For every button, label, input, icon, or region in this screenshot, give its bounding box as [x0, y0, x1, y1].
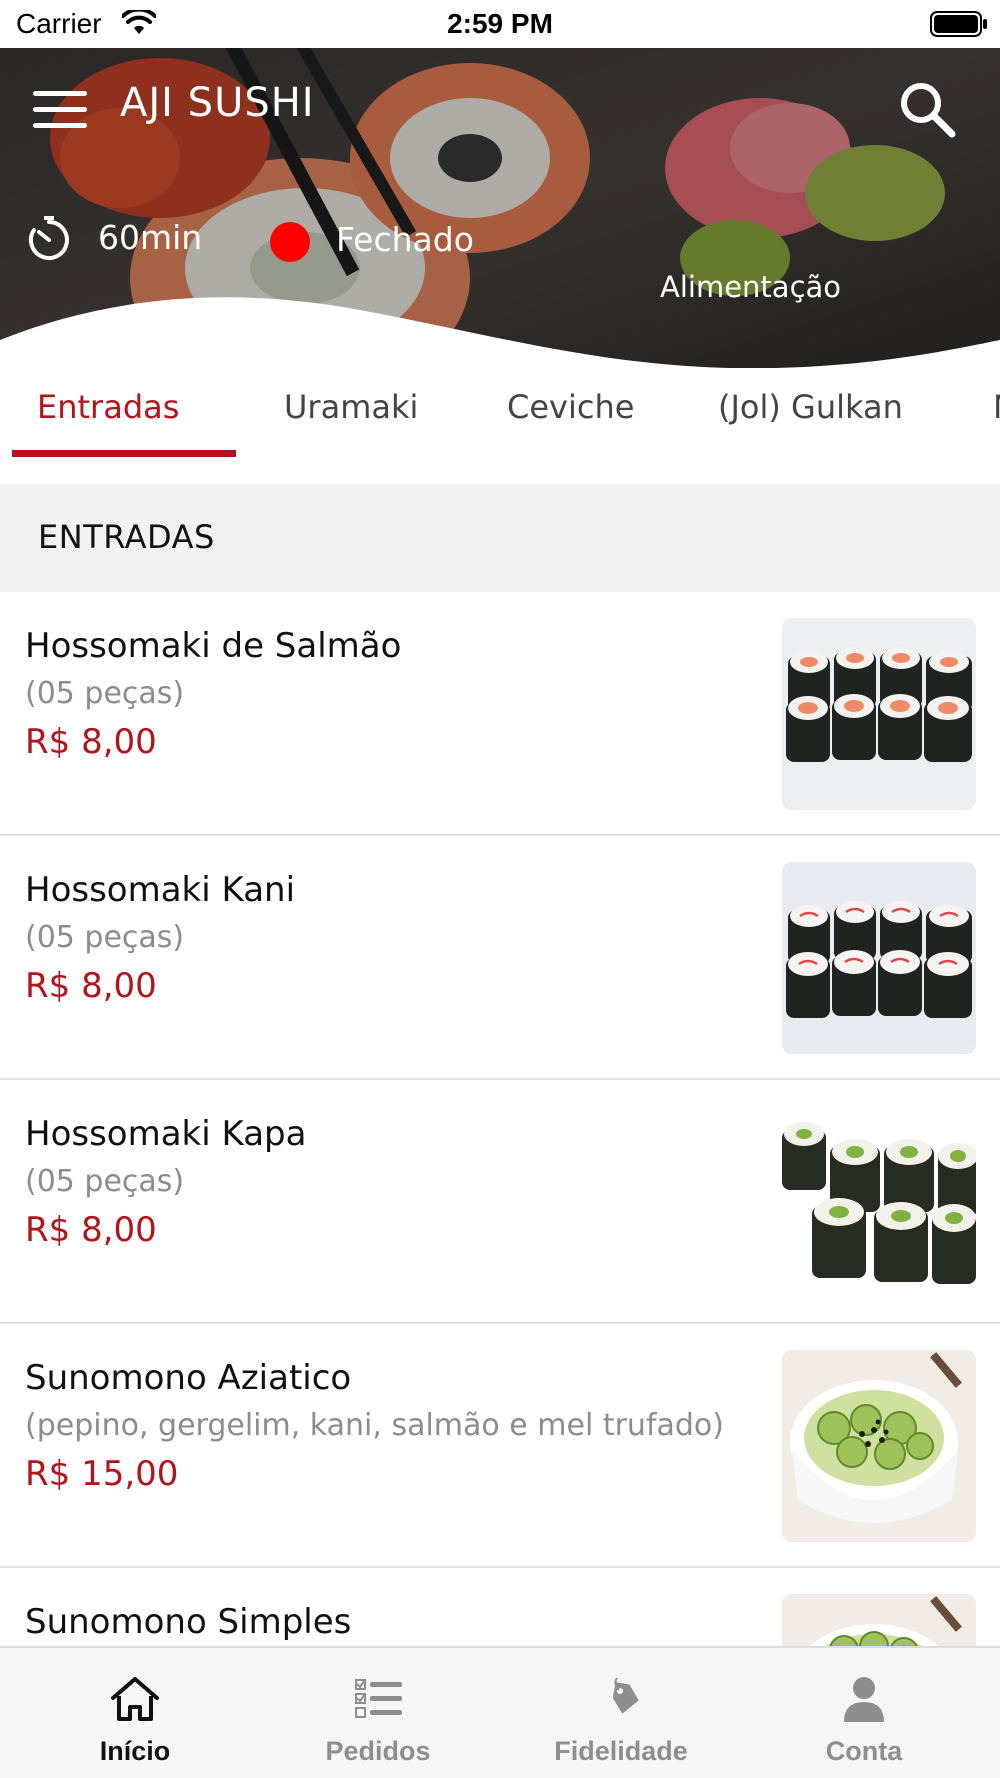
- tabbar-item-inicio[interactable]: Início: [10, 1648, 260, 1778]
- menu-item[interactable]: Hossomaki Kapa (05 peças) R$ 8,00: [0, 1080, 1000, 1324]
- item-description: (05 peças): [25, 920, 185, 955]
- tab-jol-gulkan[interactable]: (Jol) Gulkan: [718, 388, 903, 426]
- item-price: R$ 8,00: [25, 966, 157, 1006]
- section-header: ENTRADAS: [0, 484, 1000, 592]
- tabbar-label: Pedidos: [325, 1736, 431, 1766]
- tab-next[interactable]: N: [993, 388, 1000, 426]
- status-indicator: [270, 222, 310, 262]
- status-bar: Carrier 2:59 PM: [0, 0, 1000, 48]
- tab-uramaki[interactable]: Uramaki: [284, 388, 418, 426]
- kani-hossomaki-image: [782, 862, 976, 1054]
- menu-item[interactable]: Hossomaki Kani (05 peças) R$ 8,00: [0, 836, 1000, 1080]
- tabbar-item-conta[interactable]: Conta: [739, 1648, 989, 1778]
- sunomono-bowl-image: [782, 1594, 976, 1646]
- home-icon: [111, 1677, 159, 1721]
- search-icon[interactable]: [896, 78, 958, 140]
- tabbar-label: Fidelidade: [554, 1736, 688, 1766]
- tabbar-label: Início: [99, 1736, 171, 1766]
- restaurant-name: AJI SUSHI: [120, 80, 315, 126]
- item-name: Sunomono Simples: [25, 1602, 352, 1642]
- section-title: ENTRADAS: [38, 518, 215, 556]
- timer-icon: [28, 216, 69, 260]
- delivery-time: 60min: [98, 218, 203, 257]
- menu-item-list[interactable]: Hossomaki de Salmão (05 peças) R$ 8,00 H…: [0, 592, 1000, 1646]
- salmon-hossomaki-image: [782, 618, 976, 810]
- item-description: (pepino, gergelim, kani, salmão e mel tr…: [25, 1408, 724, 1443]
- item-price: R$ 8,00: [25, 1210, 157, 1250]
- item-name: Hossomaki Kani: [25, 870, 296, 910]
- restaurant-header: AJI SUSHI 60min Fechado Alimentação: [0, 48, 1000, 368]
- item-description: (05 peças): [25, 676, 185, 711]
- item-name: Hossomaki de Salmão: [25, 626, 402, 666]
- tabbar-label: Conta: [825, 1736, 903, 1766]
- item-description: (05 peças): [25, 1164, 185, 1199]
- item-price: R$ 15,00: [25, 1454, 179, 1494]
- status-time: 2:59 PM: [447, 8, 553, 39]
- active-tab-indicator: [12, 450, 236, 457]
- item-name: Hossomaki Kapa: [25, 1114, 307, 1154]
- account-icon: [844, 1677, 884, 1722]
- menu-item[interactable]: Sunomono Aziatico (pepino, gergelim, kan…: [0, 1324, 1000, 1568]
- item-name: Sunomono Aziatico: [25, 1358, 352, 1398]
- tabbar-item-fidelidade[interactable]: Fidelidade: [496, 1648, 746, 1778]
- loyalty-tag-icon: [612, 1677, 639, 1714]
- store-status: Fechado: [336, 220, 474, 259]
- item-price: R$ 8,00: [25, 722, 157, 762]
- tabbar-item-pedidos[interactable]: Pedidos: [253, 1648, 503, 1778]
- menu-icon[interactable]: [28, 84, 92, 136]
- menu-item[interactable]: Sunomono Simples: [0, 1568, 1000, 1646]
- restaurant-category: Alimentação: [660, 270, 842, 304]
- bottom-tab-bar: Início Pedidos Fidelidade Conta: [0, 1646, 1000, 1778]
- sunomono-bowl-image: [782, 1350, 976, 1542]
- orders-list-icon: [355, 1679, 402, 1718]
- cucumber-hossomaki-image: [782, 1106, 976, 1298]
- battery-icon: [930, 11, 987, 37]
- category-tabs: Entradas Uramaki Ceviche (Jol) Gulkan N: [0, 368, 1000, 458]
- tab-entradas[interactable]: Entradas: [37, 388, 179, 426]
- menu-item[interactable]: Hossomaki de Salmão (05 peças) R$ 8,00: [0, 592, 1000, 836]
- tab-ceviche[interactable]: Ceviche: [507, 388, 634, 426]
